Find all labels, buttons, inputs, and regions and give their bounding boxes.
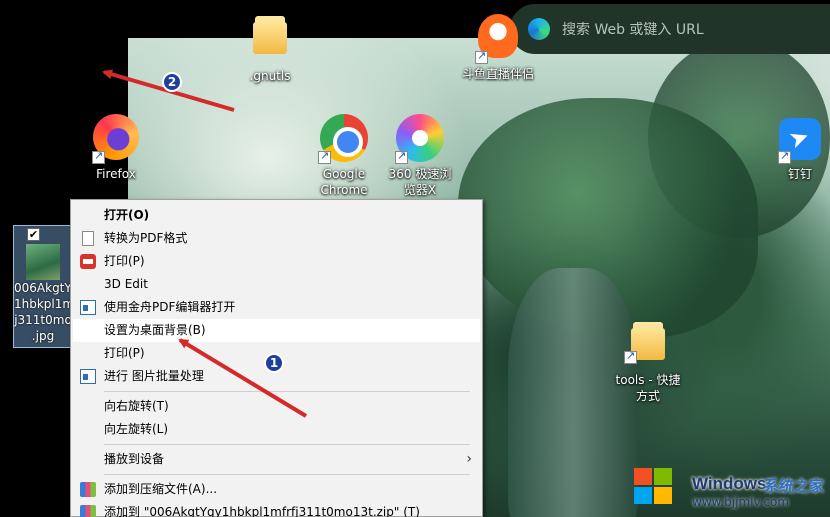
menu-item-label: 转换为PDF格式 [104, 231, 188, 245]
desktop-icon-label: Google [322, 167, 366, 181]
shortcut-arrow-icon [778, 149, 791, 164]
shortcut-arrow-icon [475, 49, 488, 64]
document-icon [82, 231, 94, 246]
image-thumbnail [26, 244, 60, 280]
menu-item-label: 播放到设备 [104, 452, 165, 466]
menu-item-label: 设置为桌面背景(B) [104, 323, 206, 337]
menu-item-convert-pdf[interactable]: 转换为PDF格式 [71, 227, 482, 250]
menu-item-print[interactable]: 打印(P) [71, 250, 482, 273]
menu-item-rotate-left[interactable]: 向左旋转(L) [71, 418, 482, 441]
menu-item-set-wallpaper[interactable]: 设置为桌面背景(B) [73, 319, 480, 342]
desktop-icon-douyu[interactable]: 斗鱼直播伴侣 [456, 14, 540, 82]
watermark-url: www.bjjmlv.com [692, 495, 790, 509]
desktop-icon-label: 览器X [403, 183, 437, 197]
watermark-brand: Windows [692, 474, 767, 493]
step-badge-1: 1 [264, 353, 284, 373]
desktop-icon-label: Chrome [320, 183, 368, 197]
menu-item-cast-to-device[interactable]: 播放到设备 › [71, 448, 482, 471]
menu-item-label: 添加到 "006AkgtYgy1hbkpl1mfrfj311t0mo13t.zi… [104, 505, 420, 517]
menu-item-add-archive[interactable]: 添加到压缩文件(A)... [71, 478, 482, 501]
desktop-icon-gnutls[interactable]: .gnutls [238, 16, 302, 84]
menu-item-open[interactable]: 打开(O) [71, 204, 482, 227]
menu-separator [104, 391, 470, 392]
batch-image-icon [80, 369, 96, 384]
menu-separator [104, 444, 470, 445]
folder-icon [253, 16, 287, 54]
desktop-icon-label: 360 极速浏 [388, 167, 452, 181]
shortcut-arrow-icon [624, 349, 637, 364]
menu-item-label: 打开(O) [104, 208, 150, 222]
menu-item-label: 使用金舟PDF编辑器打开 [104, 300, 236, 314]
menu-item-label: 进行 图片批量处理 [104, 369, 204, 383]
menu-separator [104, 474, 470, 475]
edge-search-bar[interactable]: 搜索 Web 或键入 URL [510, 4, 830, 54]
menu-item-open-pdf-editor[interactable]: 使用金舟PDF编辑器打开 [71, 296, 482, 319]
menu-item-rotate-right[interactable]: 向右旋转(T) [71, 395, 482, 418]
shortcut-arrow-icon [395, 149, 408, 164]
selected-image-file[interactable]: ✔ 006AkgtYg 1hbkpl1m j311t0mo .jpg [13, 225, 72, 348]
desktop-icon-label: 钉钉 [787, 167, 812, 181]
menu-item-label: 添加到压缩文件(A)... [104, 482, 218, 496]
archive-icon [80, 505, 96, 517]
watermark-cn: 系统之家 [764, 477, 825, 495]
desktop-icon-label: 方式 [635, 389, 660, 403]
windows-logo-icon [634, 468, 674, 506]
search-placeholder: 搜索 Web 或键入 URL [562, 22, 704, 38]
menu-item-label: 打印(P) [104, 254, 145, 268]
file-name-line: 006AkgtYg 1hbkpl1m j311t0mo .jpg [14, 281, 72, 343]
menu-item-label: 3D Edit [104, 277, 148, 291]
menu-item-label: 向右旋转(T) [104, 399, 169, 413]
menu-item-add-zip[interactable]: 添加到 "006AkgtYgy1hbkpl1mfrfj311t0mo13t.zi… [71, 501, 482, 517]
shortcut-arrow-icon [92, 149, 105, 164]
menu-item-label: 打印(P) [104, 346, 145, 360]
folder-icon [631, 322, 665, 360]
desktop-icon-firefox[interactable]: Firefox [86, 114, 146, 182]
desktop-icon-label: 斗鱼直播伴侣 [461, 67, 534, 81]
printer-icon [80, 254, 96, 269]
desktop-icon-label: Firefox [96, 167, 136, 181]
shortcut-arrow-icon [318, 149, 331, 164]
menu-item-label: 向左旋转(L) [104, 422, 169, 436]
step-badge-2: 2 [162, 72, 182, 92]
desktop-icon-label: .gnutls [249, 69, 291, 83]
desktop-icon-tools[interactable]: tools - 快捷 方式 [606, 322, 690, 404]
archive-icon [80, 482, 96, 497]
watermark: Windows 系统之家 www.bjjmlv.com [628, 462, 828, 512]
checkbox-icon[interactable]: ✔ [27, 228, 40, 241]
menu-item-3d-edit[interactable]: 3D Edit [71, 273, 482, 296]
desktop-icon-label: tools - 快捷 [615, 373, 681, 387]
chevron-right-icon: › [466, 451, 472, 467]
pdf-editor-icon [80, 300, 96, 315]
